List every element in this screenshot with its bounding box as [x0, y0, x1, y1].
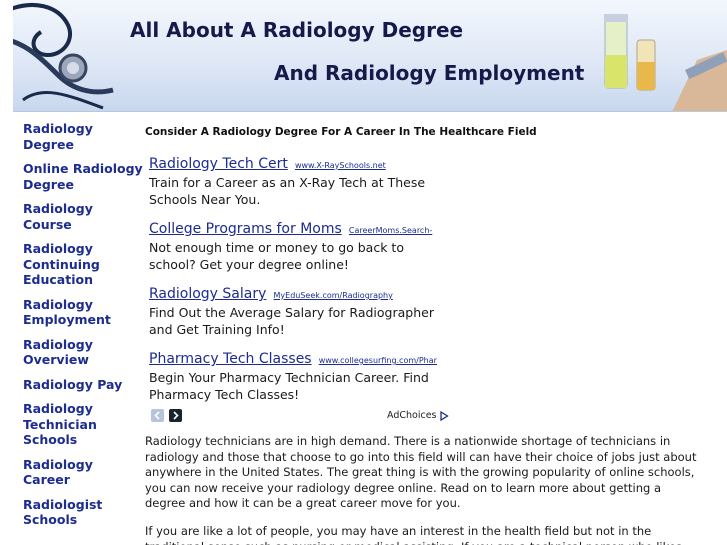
sidebar-item-radiologist-schools[interactable]: Radiologist Schools	[23, 497, 143, 528]
sidebar-item-radiology-employment[interactable]: Radiology Employment	[23, 297, 143, 328]
adchoices-link[interactable]: AdChoices	[387, 410, 449, 421]
sidebar-item-radiology-course[interactable]: Radiology Course	[23, 201, 143, 232]
ad-item: Pharmacy Tech Classes www.collegesurfing…	[149, 348, 449, 403]
page-title-line-1: All About A Radiology Degree	[130, 18, 464, 42]
adchoices-label: AdChoices	[387, 410, 437, 421]
chevron-left-icon	[154, 411, 160, 420]
sidebar-nav: Radiology Degree Online Radiology Degree…	[23, 121, 143, 537]
page-title-line-2: And Radiology Employment	[274, 61, 585, 85]
ad-description: Not enough time or money to go back to s…	[149, 240, 404, 272]
ad-url-link[interactable]: CareerMoms.Search-	[349, 226, 432, 235]
ad-item: Radiology Salary MyEduSeek.com/Radiograp…	[149, 283, 449, 338]
sidebar-item-radiology-pay[interactable]: Radiology Pay	[23, 377, 143, 393]
ad-url-link[interactable]: www.X-RaySchools.net	[295, 161, 386, 170]
ad-title-link[interactable]: Pharmacy Tech Classes	[149, 351, 312, 367]
ad-url-link[interactable]: www.collegesurfing.com/Phar	[319, 356, 437, 365]
header-banner: All About A Radiology Degree And Radiolo…	[13, 0, 727, 112]
ad-item: Radiology Tech Cert www.X-RaySchools.net…	[149, 153, 449, 208]
ad-title-link[interactable]: Radiology Salary	[149, 286, 266, 302]
ad-description: Find Out the Average Salary for Radiogra…	[149, 305, 434, 337]
ad-next-button[interactable]	[169, 409, 182, 422]
article-headline: Consider A Radiology Degree For A Career…	[145, 126, 537, 138]
main-content: Consider A Radiology Degree For A Career…	[145, 126, 700, 545]
adchoices-triangle-icon	[439, 410, 449, 421]
sidebar-item-radiology-degree[interactable]: Radiology Degree	[23, 121, 143, 152]
sidebar-item-online-radiology-degree[interactable]: Online Radiology Degree	[23, 161, 143, 192]
ad-description: Begin Your Pharmacy Technician Career. F…	[149, 370, 429, 402]
ad-title-link[interactable]: College Programs for Moms	[149, 221, 342, 237]
chevron-right-icon	[173, 411, 179, 420]
ad-url-link[interactable]: MyEduSeek.com/Radiography	[274, 291, 393, 300]
sidebar-item-radiology-technician-schools[interactable]: Radiology Technician Schools	[23, 401, 143, 448]
article-paragraph: Radiology technicians are in high demand…	[145, 434, 697, 511]
article-paragraph: If you are like a lot of people, you may…	[145, 523, 682, 545]
stethoscope-image	[13, 3, 114, 110]
ad-description: Train for a Career as an X-Ray Tech at T…	[149, 175, 426, 207]
ad-title-link[interactable]: Radiology Tech Cert	[149, 156, 288, 172]
ad-block: Radiology Tech Cert www.X-RaySchools.net…	[149, 153, 449, 427]
ad-item: College Programs for Moms CareerMoms.Sea…	[149, 218, 449, 273]
ad-navigation: AdChoices	[149, 409, 449, 427]
medicine-vials-image	[604, 14, 727, 111]
sidebar-item-radiology-overview[interactable]: Radiology Overview	[23, 337, 143, 368]
ad-prev-button[interactable]	[151, 409, 164, 422]
sidebar-item-radiology-continuing-education[interactable]: Radiology Continuing Education	[23, 241, 143, 288]
sidebar-item-radiology-career[interactable]: Radiology Career	[23, 457, 143, 488]
